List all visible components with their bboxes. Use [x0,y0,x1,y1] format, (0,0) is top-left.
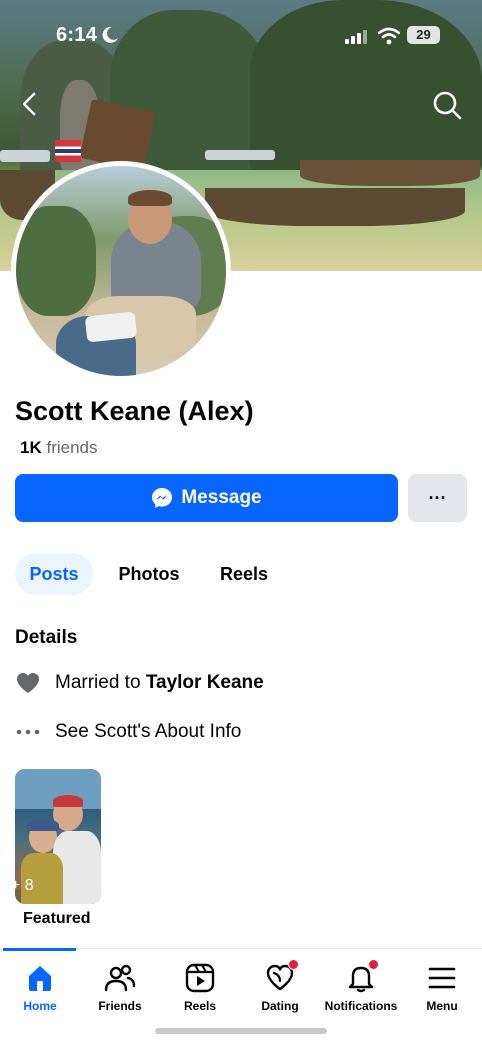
more-options-label: ··· [428,487,447,508]
nav-notifications-label: Notifications [324,999,398,1013]
tab-photos[interactable]: Photos [104,553,194,595]
active-tab-indicator [3,948,76,951]
nav-friends-label: Friends [98,999,142,1013]
message-button[interactable]: Message [15,474,398,522]
dating-badge [288,959,299,970]
menu-icon [428,967,456,989]
married-prefix: Married to [55,672,141,693]
featured-count: + 8 [11,877,34,894]
home-icon [29,966,51,991]
friends-count[interactable]: 1K friends [20,438,98,458]
profile-avatar[interactable] [11,161,231,381]
friends-count-number: 1K [20,438,42,457]
nav-reels-label: Reels [183,999,217,1013]
friends-count-label: friends [46,438,98,457]
signal-icon [345,30,367,44]
about-info-link[interactable]: See Scott's About Info [15,719,241,745]
status-bar: 6:14 29 [0,0,482,72]
nav-home-label: Home [23,999,57,1013]
home-indicator [155,1028,327,1034]
search-icon[interactable] [432,90,462,120]
back-arrow-icon[interactable] [16,90,44,118]
messenger-icon [152,488,173,508]
wifi-icon [378,27,400,45]
heart-icon [17,673,39,693]
nav-reels[interactable]: Reels [160,961,240,1013]
about-info-label: See Scott's About Info [55,721,242,742]
friends-icon [104,964,136,992]
nav-friends[interactable]: Friends [80,961,160,1013]
notifications-badge [368,959,379,970]
featured-label: Featured [23,910,91,927]
nav-home[interactable]: Home [0,961,80,1013]
nav-notifications[interactable]: Notifications [320,959,402,1013]
tab-reels[interactable]: Reels [205,553,283,595]
message-button-label: Message [181,487,262,508]
married-detail[interactable]: Married to Taylor Keane [15,670,264,696]
status-time: 6:14 [56,24,98,46]
nav-dating[interactable]: Dating [240,959,320,1013]
tab-posts[interactable]: Posts [15,553,93,595]
ellipsis-icon [16,729,40,735]
details-heading: Details [15,627,78,648]
spouse-name[interactable]: Taylor Keane [146,672,264,694]
battery-indicator: 29 [407,26,440,44]
more-options-button[interactable]: ··· [408,474,467,522]
moon-icon [102,26,118,43]
reels-icon [185,963,215,993]
profile-name: Scott Keane (Alex) [15,396,254,426]
nav-menu[interactable]: Menu [402,961,482,1013]
nav-dating-label: Dating [261,999,299,1013]
nav-menu-label: Menu [426,999,458,1013]
